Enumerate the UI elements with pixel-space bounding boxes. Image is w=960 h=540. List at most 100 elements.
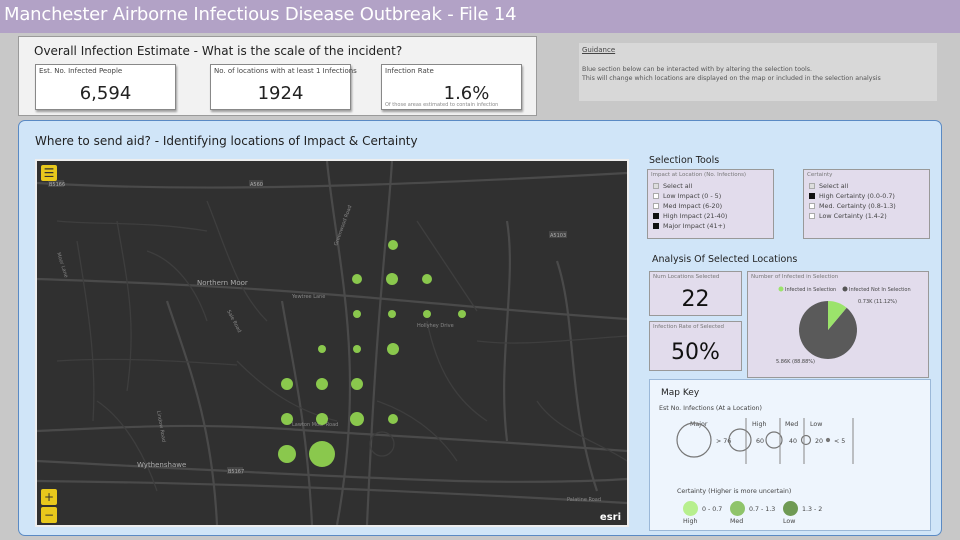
certainty-high-range: 0 - 0.7	[702, 506, 723, 513]
map-key: Map Key Est No. Infections (At a Locatio…	[649, 379, 931, 531]
infected-people-card: Est. No. Infected People 6,594	[35, 64, 176, 110]
guidance-box: Guidance Blue section below can be inter…	[579, 43, 937, 101]
infection-marker[interactable]	[387, 343, 399, 355]
legend-out-label: Infected Not In Selection	[849, 287, 911, 293]
map-menu-button[interactable]: ☰	[41, 165, 57, 181]
infection-rate-card: Infection Rate 1.6% Of those areas estim…	[381, 64, 522, 110]
major-size-circle	[676, 422, 712, 458]
slicer-option-high-certainty[interactable]: High Certainty (0.0-0.7)	[809, 192, 895, 200]
checkbox[interactable]	[809, 203, 815, 209]
card-label: Num Locations Selected	[653, 274, 720, 280]
infection-marker[interactable]	[316, 413, 328, 425]
infection-marker[interactable]	[318, 345, 326, 353]
infection-marker[interactable]	[353, 345, 361, 353]
infection-marker[interactable]	[388, 310, 396, 318]
checkbox[interactable]	[653, 223, 659, 229]
title-bar: Manchester Airborne Infectious Disease O…	[0, 0, 960, 33]
slicer-option-high-impact[interactable]: High Impact (21-40)	[653, 212, 727, 220]
infection-marker[interactable]	[350, 412, 364, 426]
slicer-title: Certainty	[807, 172, 833, 178]
guidance-line: Blue section below can be interacted wit…	[582, 66, 812, 73]
certainty-med-range: 0.7 - 1.3	[749, 506, 776, 513]
certainty-med-swatch	[730, 501, 745, 516]
certainty-high-label: High	[683, 518, 698, 525]
guidance-line: This will change which locations are dis…	[582, 75, 881, 82]
overall-estimate-panel: Overall Infection Estimate - What is the…	[18, 36, 537, 116]
slicer-option-select-all[interactable]: Select all	[653, 182, 692, 190]
street-label: Sale Road	[225, 309, 242, 334]
map-canvas[interactable]: Northern Moor Wythenshawe Yewtree Lane S…	[37, 161, 627, 525]
infection-marker[interactable]	[388, 414, 398, 424]
infection-marker[interactable]	[309, 441, 335, 467]
svg-text:< 5: < 5	[834, 438, 845, 445]
infection-marker[interactable]	[458, 310, 466, 318]
card-subtext: Of those areas estimated to contain infe…	[385, 102, 499, 108]
slicer-option-low-impact[interactable]: Low Impact (0 - 5)	[653, 192, 721, 200]
slicer-option-low-certainty[interactable]: Low Certainty (1.4-2)	[809, 212, 887, 220]
place-label: Wythenshawe	[137, 461, 186, 469]
infected-pie-card: Number of Infected in Selection Infected…	[747, 271, 929, 378]
infection-marker[interactable]	[423, 310, 431, 318]
checkbox[interactable]	[809, 183, 815, 189]
guidance-title: Guidance	[582, 46, 616, 54]
card-value: 1.6%	[443, 83, 490, 104]
svg-text:20: 20	[815, 438, 823, 445]
infection-marker[interactable]	[351, 378, 363, 390]
infection-marker[interactable]	[353, 310, 361, 318]
infection-marker[interactable]	[316, 378, 328, 390]
zoom-in-button[interactable]: +	[41, 489, 57, 505]
infection-marker[interactable]	[352, 274, 362, 284]
checkbox[interactable]	[653, 203, 659, 209]
slicer-option-med-certainty[interactable]: Med. Certainty (0.8-1.3)	[809, 202, 896, 210]
slice-out-label: 5.86K (88.88%)	[776, 359, 815, 365]
certainty-low-label: Low	[783, 518, 796, 525]
map-view[interactable]: Northern Moor Wythenshawe Yewtree Lane S…	[35, 159, 629, 527]
card-label: Infection Rate of Selected	[653, 324, 724, 330]
card-value: 50%	[671, 340, 720, 365]
legend-in-label: Infected in Selection	[785, 287, 836, 293]
analysis-title: Analysis Of Selected Locations	[652, 254, 798, 265]
road-shield: A5103	[550, 233, 566, 239]
card-value: 22	[681, 287, 710, 312]
place-label: Northern Moor	[197, 279, 248, 287]
infection-marker[interactable]	[388, 240, 398, 250]
pie-chart[interactable]: Infected in Selection Infected Not In Se…	[748, 272, 928, 377]
checkbox[interactable]	[653, 213, 659, 219]
zoom-out-button[interactable]: −	[41, 507, 57, 523]
num-locations-card: Num Locations Selected 22	[649, 271, 742, 316]
min-size-circle	[825, 437, 831, 443]
slicer-option-major-impact[interactable]: Major Impact (41+)	[653, 222, 725, 230]
svg-text:40: 40	[789, 438, 797, 445]
svg-text:High: High	[752, 421, 766, 428]
locations-card: No. of locations with at least 1 Infecti…	[210, 64, 357, 110]
infection-marker[interactable]	[422, 274, 432, 284]
road-shield: B5167	[228, 469, 244, 475]
infection-marker[interactable]	[386, 273, 398, 285]
checkbox[interactable]	[653, 183, 659, 189]
infection-marker[interactable]	[281, 413, 293, 425]
impact-slicer[interactable]: Impact at Location (No. Infections) Sele…	[647, 169, 774, 239]
certainty-high-swatch	[683, 501, 698, 516]
legend-in-swatch	[778, 286, 784, 292]
legend-out-swatch	[842, 286, 848, 292]
low-size-circle	[800, 434, 812, 446]
aid-heading: Where to send aid? - Identifying locatio…	[35, 134, 418, 148]
infection-rate-selected-card: Infection Rate of Selected 50%	[649, 321, 742, 371]
card-label: Infection Rate	[385, 67, 434, 75]
hamburger-icon: ☰	[43, 166, 55, 180]
infection-marker[interactable]	[278, 445, 296, 463]
certainty-slicer[interactable]: Certainty Select all High Certainty (0.0…	[803, 169, 930, 239]
checkbox[interactable]	[809, 193, 815, 199]
checkbox[interactable]	[809, 213, 815, 219]
street-label: Lawton Moor Road	[292, 422, 338, 428]
slicer-option-select-all[interactable]: Select all	[809, 182, 848, 190]
slice-in-label: 0.73K (11.12%)	[858, 299, 897, 305]
slicer-option-med-impact[interactable]: Med Impact (6-20)	[653, 202, 722, 210]
infection-marker[interactable]	[281, 378, 293, 390]
certainty-legend-title: Certainty (Higher is more uncertain)	[677, 488, 792, 495]
svg-text:60: 60	[756, 438, 764, 445]
overall-heading: Overall Infection Estimate - What is the…	[34, 44, 403, 58]
page-title: Manchester Airborne Infectious Disease O…	[4, 4, 517, 25]
slicer-title: Impact at Location (No. Infections)	[651, 172, 747, 178]
checkbox[interactable]	[653, 193, 659, 199]
